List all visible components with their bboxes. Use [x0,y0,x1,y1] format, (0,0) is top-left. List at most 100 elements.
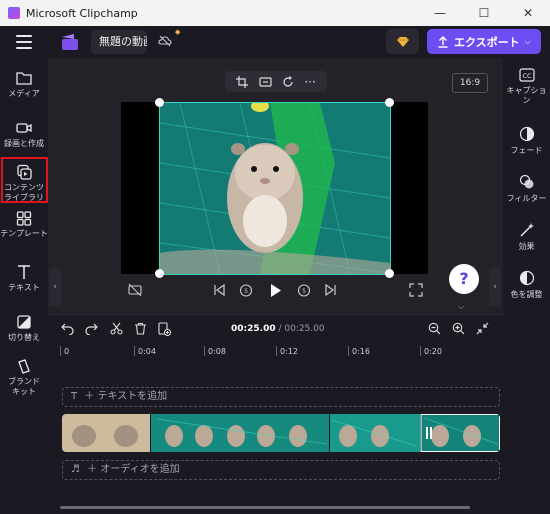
text-icon [18,265,30,279]
ruler-label: 0:04 [138,347,156,356]
video-clip-track[interactable] [62,414,500,452]
nav-label: 切り替え [8,333,40,342]
timeline-scrollbar[interactable] [60,506,470,509]
window-title: Microsoft Clipchamp [26,6,138,20]
diamond-icon [396,36,409,47]
fullscreen-icon[interactable] [409,283,423,297]
left-sidebar: メディア 録画と作成 コンテンツ ライブラリ テンプレート テキスト 切り替え … [0,58,48,514]
maximize-button[interactable]: ☐ [462,0,506,26]
color-adjust-icon [519,270,534,286]
ruler-label: 0:20 [424,347,442,356]
zoom-out-icon[interactable] [428,322,441,335]
ruler-tick [420,346,421,356]
skip-forward-icon[interactable] [324,283,338,297]
captions-icon: CC [518,68,535,82]
ruler-tick [276,346,277,356]
export-button[interactable]: エクスポート ⌵ [427,29,541,54]
timecode: 00:25.00 / 00:25.00 [231,324,325,334]
hamster-video-image [160,103,390,274]
more-options-icon[interactable]: ··· [304,76,315,88]
music-note-icon: ♬ [71,464,80,475]
video-clip-thumbnails [62,414,500,452]
camera-icon [16,123,32,133]
delete-icon[interactable] [134,322,147,335]
nav-item-templates[interactable]: テンプレート [0,210,48,239]
right-sidebar: CC キャプション フェード フィルター 効果 色を調整 [503,58,550,514]
clipchamp-logo [62,34,78,50]
ruler-label: 0 [64,347,70,356]
skip-back-icon[interactable] [212,283,226,297]
panel-item-filters[interactable]: フィルター [503,174,550,204]
app-header: 無題の動画 ◆ エクスポート ⌵ [0,26,550,58]
expand-left-panel-button[interactable]: › [49,268,61,306]
premium-button[interactable] [386,29,419,54]
panel-item-color-adjust[interactable]: 色を調整 [503,270,550,300]
nav-item-media[interactable]: メディア [0,70,48,99]
template-icon [16,211,32,226]
minimize-button[interactable]: — [418,0,462,26]
panel-label: フェード [510,146,543,155]
add-text-track[interactable]: T ＋ テキストを追加 [62,387,500,407]
premium-gem-icon: ◆ [175,28,181,36]
crop-icon[interactable] [236,75,249,88]
ruler-tick [134,346,135,356]
window-titlebar: Microsoft Clipchamp — ☐ ✕ [0,0,550,26]
ruler-label: 0:12 [280,347,298,356]
panel-item-captions[interactable]: CC キャプション [503,68,550,106]
forward-5s-icon[interactable]: 5 [297,283,311,297]
project-title[interactable]: 無題の動画 [91,30,147,54]
redo-icon[interactable] [85,322,98,335]
resize-handle-top-right[interactable] [385,98,394,107]
zoom-in-icon[interactable] [452,322,465,335]
nav-item-record-create[interactable]: 録画と作成 [0,120,48,149]
nav-label: 録画と作成 [4,139,44,148]
video-frame[interactable] [159,102,391,275]
upload-icon [438,35,448,48]
filter-icon [519,174,533,189]
svg-text:CC: CC [522,72,532,80]
cloud-sync-off-icon[interactable] [158,34,172,48]
chevron-down-icon[interactable]: ⌵ [458,302,464,312]
hide-captions-icon[interactable] [128,283,142,297]
chevron-down-icon: ⌵ [524,36,531,46]
rewind-5s-icon[interactable]: 5 [239,283,253,297]
text-icon: T [71,391,78,402]
nav-label: ブランド キット [8,377,40,396]
hamburger-menu-icon[interactable] [16,35,32,49]
panel-label: 効果 [518,242,535,251]
transition-icon [17,315,31,329]
add-audio-track[interactable]: ♬ ＋ オーディオを追加 [62,460,500,480]
nav-item-brand-kit[interactable]: ブランド キット [0,358,48,397]
panel-label: 色を調整 [510,290,543,299]
resize-handle-bottom-left[interactable] [155,269,164,278]
aspect-ratio-button[interactable]: 16:9 [452,73,488,93]
resize-handle-top-left[interactable] [155,98,164,107]
split-scissors-icon[interactable] [110,322,123,335]
clipchamp-app-icon [8,7,20,19]
play-icon[interactable] [268,283,283,298]
current-time: 00:25.00 [231,324,276,334]
timeline-ruler[interactable]: 0 0:04 0:08 0:12 0:16 0:20 [60,346,500,360]
folder-icon [16,72,32,85]
resize-handle-bottom-right[interactable] [385,269,394,278]
panel-item-effects[interactable]: 効果 [503,222,550,252]
add-media-icon[interactable] [157,322,171,336]
add-audio-label: ＋ オーディオを追加 [87,464,180,475]
nav-item-transitions[interactable]: 切り替え [0,314,48,343]
total-time: 00:25.00 [284,324,325,334]
expand-right-panel-button[interactable]: ‹ [489,268,501,306]
ruler-tick [348,346,349,356]
nav-label: テキスト [8,283,40,292]
nav-label: テンプレート [0,229,48,238]
fit-timeline-icon[interactable] [476,322,489,335]
close-button[interactable]: ✕ [506,0,550,26]
content-library-highlight [1,157,48,203]
undo-icon[interactable] [61,322,74,335]
preview-toolbar: ··· [225,71,327,92]
nav-item-text[interactable]: テキスト [0,264,48,293]
panel-item-fade[interactable]: フェード [503,126,550,156]
fit-icon[interactable] [258,76,272,88]
help-button[interactable]: ? [449,264,479,294]
ruler-tick [204,346,205,356]
rotate-icon[interactable] [282,75,294,88]
